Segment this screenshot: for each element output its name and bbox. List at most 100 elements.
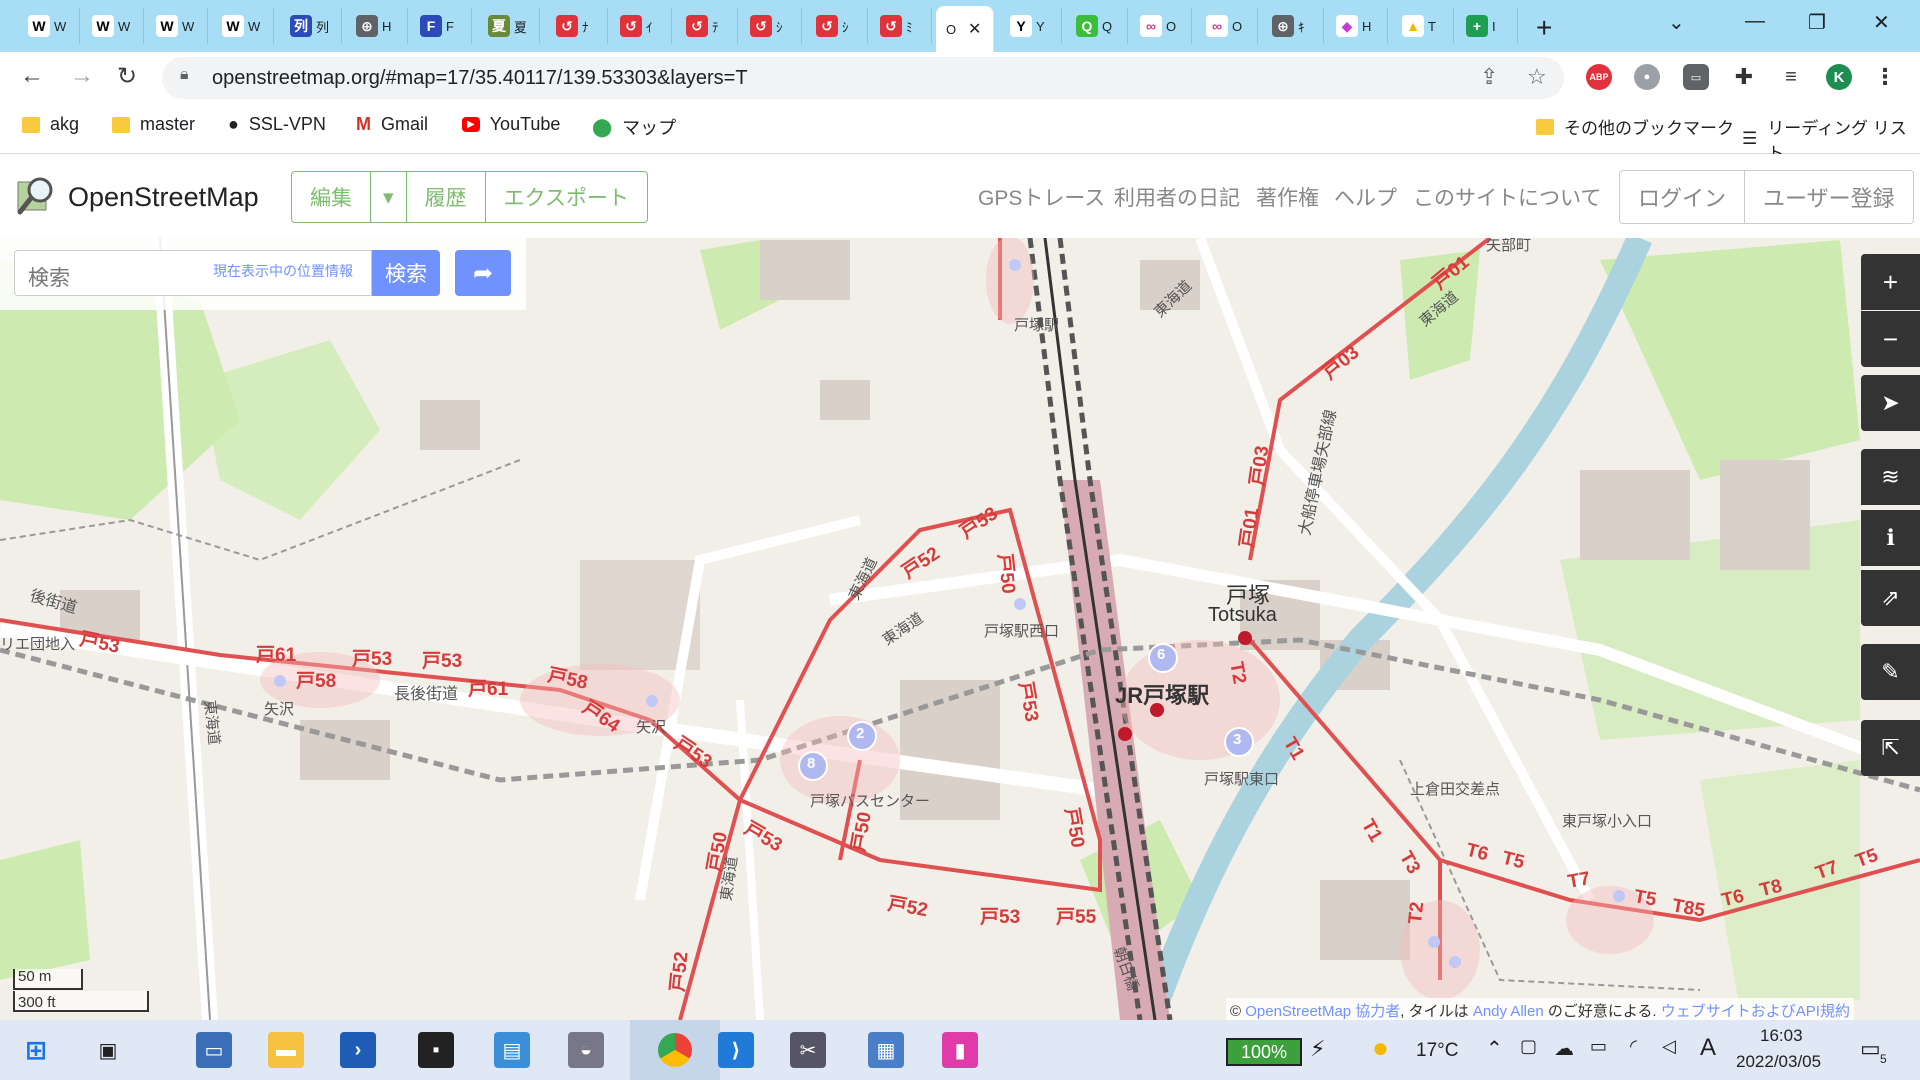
site-title[interactable]: OpenStreetMap xyxy=(68,182,259,213)
clock-time[interactable]: 16:03 xyxy=(1760,1026,1803,1046)
share-map-icon[interactable]: ⇗ xyxy=(1861,570,1920,626)
nav-about[interactable]: このサイトについて xyxy=(1413,182,1601,212)
browser-tab[interactable]: ↺ ｲ xyxy=(610,8,672,44)
bookmark-akg[interactable]: akg xyxy=(22,114,79,135)
edit-dropdown-icon[interactable]: ▾ xyxy=(371,172,407,222)
browser-tab[interactable]: ▲ T xyxy=(1392,8,1454,44)
adblock-icon[interactable]: ABP xyxy=(1586,64,1612,90)
add-note-icon[interactable]: ✎ xyxy=(1861,644,1920,700)
search-button[interactable]: 検索 xyxy=(372,250,440,296)
profile-avatar[interactable]: K xyxy=(1826,64,1852,90)
history-button[interactable]: 履歴 xyxy=(407,172,486,222)
layers-icon[interactable]: ≋ xyxy=(1861,449,1920,505)
browser-tab[interactable]: WW xyxy=(82,8,144,44)
browser-tab[interactable]: ↺ ﾅ xyxy=(546,8,608,44)
menu-icon[interactable]: ⋮ xyxy=(1872,64,1898,90)
zoom-out-icon[interactable]: − xyxy=(1861,311,1920,367)
browser-tab[interactable]: ↺ ﾐ xyxy=(870,8,932,44)
login-button[interactable]: ログイン xyxy=(1620,171,1746,223)
paint-icon[interactable]: ▮ xyxy=(942,1032,978,1068)
browser-tab[interactable]: QQ xyxy=(1066,8,1128,44)
terminal-icon[interactable]: ▪ xyxy=(418,1032,454,1068)
monitor-icon[interactable]: ◒ xyxy=(568,1032,604,1068)
tab-active[interactable]: O ✕ xyxy=(936,6,994,52)
puzzle-icon[interactable]: ✚ xyxy=(1731,64,1757,90)
temperature[interactable]: 17°C xyxy=(1416,1040,1458,1062)
wifi-icon[interactable]: ◜ xyxy=(1630,1036,1637,1057)
tray-overflow-icon[interactable]: ⌃ xyxy=(1486,1036,1503,1061)
legend-info-icon[interactable]: ℹ xyxy=(1861,510,1920,566)
nav-copyright[interactable]: 著作権 xyxy=(1256,182,1319,212)
nav-diaries[interactable]: 利用者の日記 xyxy=(1114,182,1240,212)
bookmark-gmail[interactable]: M Gmail xyxy=(356,114,428,135)
browser-tab[interactable]: WW xyxy=(146,8,208,44)
snipping-tool-icon[interactable]: ✂ xyxy=(790,1032,826,1068)
calculator-icon[interactable]: ▦ xyxy=(868,1032,904,1068)
directions-icon[interactable]: ➦ xyxy=(455,250,511,296)
weather-sun-icon[interactable]: ● xyxy=(1372,1032,1389,1064)
bookmark-star-icon[interactable]: ☆ xyxy=(1527,64,1547,90)
geolocate-icon[interactable]: ➤ xyxy=(1861,375,1920,431)
bookmark-youtube[interactable]: ▶ YouTube xyxy=(462,114,560,135)
close-tab-icon[interactable]: ✕ xyxy=(968,19,981,39)
browser-tab[interactable]: ∞ O xyxy=(1196,8,1258,44)
reload-icon[interactable]: ↻ xyxy=(117,62,137,91)
extension-circle-icon[interactable]: ● xyxy=(1634,64,1660,90)
chat-extension-icon[interactable]: ▭ xyxy=(1683,64,1709,90)
signup-button[interactable]: ユーザー登録 xyxy=(1745,171,1913,223)
task-view-icon[interactable]: ▣ xyxy=(90,1032,126,1068)
browser-tab[interactable]: WW xyxy=(18,8,80,44)
osm-logo-icon[interactable] xyxy=(16,174,58,216)
browser-tab[interactable]: ∞ O xyxy=(1130,8,1192,44)
share-icon[interactable]: ⇪ xyxy=(1480,64,1498,90)
pc-icon[interactable]: ▭ xyxy=(196,1032,232,1068)
browser-tab[interactable]: 夏夏 xyxy=(478,8,540,44)
browser-tab[interactable]: WW xyxy=(212,8,274,44)
browser-tab[interactable]: ◆ H xyxy=(1326,8,1388,44)
close-window-icon[interactable]: ✕ xyxy=(1873,10,1890,35)
nav-help[interactable]: ヘルプ xyxy=(1334,182,1397,212)
new-tab-icon[interactable]: + xyxy=(1536,12,1552,44)
map-canvas[interactable]: 6 2 8 3 JR戸塚駅 戸塚 Totsuka 戸塚駅西口 戸塚駅東口 戸塚バ… xyxy=(0,238,1920,1020)
battery-indicator[interactable]: 100% xyxy=(1226,1038,1302,1066)
powershell-icon[interactable]: › xyxy=(340,1032,376,1068)
browser-tab[interactable]: FF xyxy=(410,8,472,44)
forward-icon[interactable]: → xyxy=(70,62,94,90)
browser-tab[interactable]: ↺ ﾃ xyxy=(676,8,738,44)
browser-tab[interactable]: ↺ ｼ xyxy=(740,8,802,44)
clock-date[interactable]: 2022/03/05 xyxy=(1736,1052,1821,1072)
other-bookmarks[interactable]: その他のブックマーク xyxy=(1536,114,1734,139)
nav-gps-traces[interactable]: GPSトレース xyxy=(978,182,1105,212)
browser-tab[interactable]: ⊕ H xyxy=(346,8,408,44)
vscode-icon[interactable]: ⟩ xyxy=(718,1032,754,1068)
bookmark-master[interactable]: master xyxy=(112,114,195,135)
volume-icon[interactable]: ◁ xyxy=(1662,1036,1676,1057)
browser-tab[interactable]: ↺ ｼ xyxy=(806,8,868,44)
zoom-in-icon[interactable]: + xyxy=(1861,254,1920,310)
edit-button[interactable]: 編集 xyxy=(292,172,371,222)
windows-start-icon[interactable]: ⊞ xyxy=(18,1032,54,1068)
battery-icon[interactable]: ▭ xyxy=(1590,1036,1607,1057)
browser-tab[interactable]: + I xyxy=(1456,8,1518,44)
camera-icon[interactable]: ▢ xyxy=(1520,1036,1537,1057)
media-icon[interactable]: ≡ xyxy=(1778,64,1804,90)
browser-tab[interactable]: 列列 xyxy=(280,8,342,44)
notification-icon[interactable]: ▭ xyxy=(1860,1036,1881,1062)
remote-desktop-icon[interactable]: ▤ xyxy=(494,1032,530,1068)
browser-tab[interactable]: YY xyxy=(1000,8,1062,44)
back-icon[interactable]: ← xyxy=(20,62,44,90)
lock-icon[interactable]: 🔒︎ xyxy=(180,66,189,84)
andy-allen-link[interactable]: Andy Allen xyxy=(1473,1003,1544,1020)
url-text[interactable]: openstreetmap.org/#map=17/35.40117/139.5… xyxy=(212,67,748,90)
tab-search-icon[interactable]: ⌄ xyxy=(1668,10,1685,35)
onedrive-icon[interactable]: ☁ xyxy=(1554,1036,1574,1061)
file-explorer-icon[interactable]: ▬ xyxy=(268,1032,304,1068)
query-features-icon[interactable]: ⇱ xyxy=(1861,720,1920,776)
browser-tab[interactable]: ⊕ ｷ xyxy=(1262,8,1324,44)
ime-indicator[interactable]: A xyxy=(1700,1034,1716,1062)
where-am-i-link[interactable]: 現在表示中の位置情報 xyxy=(213,261,353,281)
bookmark-maps[interactable]: ⬤ マップ xyxy=(592,114,676,140)
bookmark-ssl-vpn[interactable]: ● SSL-VPN xyxy=(228,114,326,135)
chrome-taskbar-button[interactable] xyxy=(630,1020,720,1080)
restore-icon[interactable]: ❐ xyxy=(1808,10,1826,35)
